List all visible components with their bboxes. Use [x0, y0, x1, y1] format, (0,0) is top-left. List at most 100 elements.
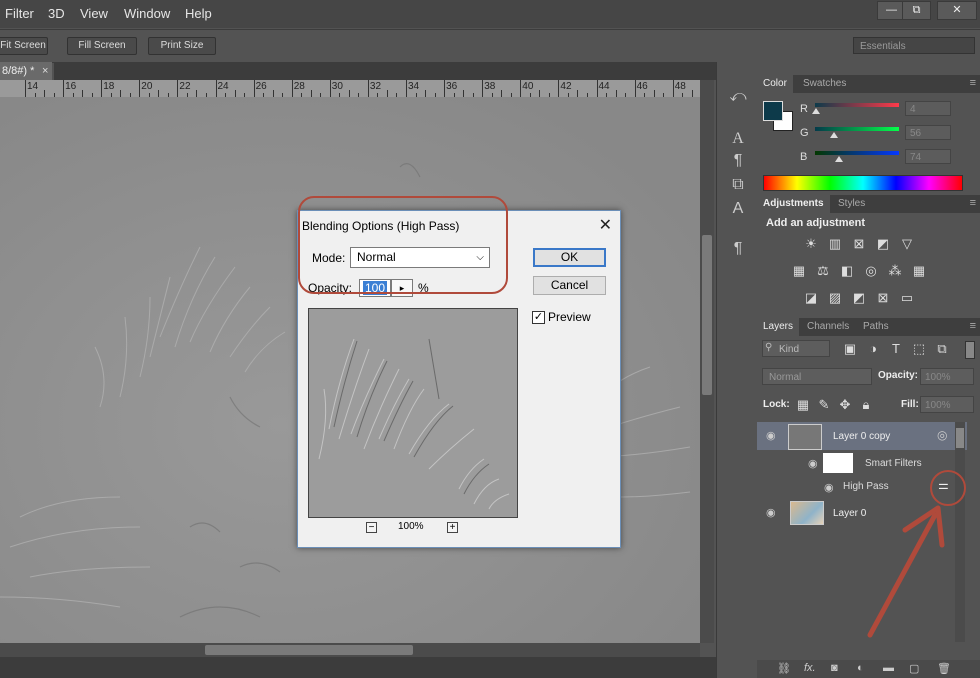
lock-transparent-icon[interactable]: ▦	[795, 398, 811, 412]
brightness-contrast-icon[interactable]: ☀	[803, 237, 819, 251]
layer-row-smart-filters[interactable]: ◉ Smart Filters	[757, 450, 967, 476]
smart-filter-badge-icon: ◎	[937, 428, 948, 442]
fit-screen-button[interactable]: Fit Screen	[0, 37, 48, 55]
threshold-icon[interactable]: ◩	[851, 291, 867, 305]
pixel-filter-icon[interactable]: ▣	[842, 342, 858, 356]
glyphs-icon[interactable]: ¶	[727, 238, 749, 260]
zoom-in-button[interactable]: +	[447, 522, 458, 533]
tab-styles[interactable]: Styles	[832, 195, 871, 213]
panel-menu-icon[interactable]: ≡	[970, 320, 976, 332]
exposure-icon[interactable]: ◩	[875, 237, 891, 251]
document-tab[interactable]: 8/8#) * ×	[0, 62, 52, 80]
para-styles-icon[interactable]: A	[727, 198, 749, 220]
filter-toggle[interactable]	[965, 341, 975, 359]
smart-object-filter-icon[interactable]: ⧉	[934, 342, 950, 356]
green-slider-handle[interactable]	[830, 132, 838, 138]
tab-channels[interactable]: Channels	[801, 318, 855, 336]
tab-adjustments[interactable]: Adjustments	[757, 195, 830, 213]
blue-value[interactable]: 74	[905, 149, 951, 164]
lock-position-icon[interactable]: ✥	[837, 398, 853, 412]
posterize-icon[interactable]: ▨	[827, 291, 843, 305]
blue-slider-handle[interactable]	[835, 156, 843, 162]
fill-screen-button[interactable]: Fill Screen	[67, 37, 137, 55]
panel-menu-icon[interactable]: ≡	[970, 77, 976, 89]
link-layers-icon[interactable]: ⛓	[777, 662, 791, 675]
vertical-scroll-thumb[interactable]	[702, 235, 712, 395]
menu-view[interactable]: View	[80, 6, 108, 21]
blend-mode-select[interactable]: Normal	[762, 368, 872, 385]
red-slider-handle[interactable]	[812, 108, 820, 114]
opacity-label: Opacity:	[878, 370, 919, 381]
tab-swatches[interactable]: Swatches	[797, 75, 852, 93]
adjustment-filter-icon[interactable]: ◑	[865, 342, 881, 356]
char-styles-icon[interactable]: ⧉	[727, 174, 749, 196]
preview-checkbox[interactable]: ✓	[532, 311, 545, 324]
selective-color-icon[interactable]: ⊠	[875, 291, 891, 305]
close-window-button[interactable]: ✕	[937, 1, 977, 20]
menu-window[interactable]: Window	[124, 6, 170, 21]
blue-slider[interactable]	[815, 151, 899, 155]
new-layer-icon[interactable]: ▢	[909, 662, 919, 675]
lock-all-icon[interactable]: 🔒︎	[858, 398, 874, 412]
paragraph-icon[interactable]: ¶	[727, 150, 749, 172]
shape-filter-icon[interactable]: ⬚	[911, 342, 927, 356]
add-style-icon[interactable]: fx.	[804, 662, 816, 674]
photo-filter-icon[interactable]: ◎	[863, 264, 879, 278]
color-spectrum-bar[interactable]	[763, 175, 963, 191]
menu-3d[interactable]: 3D	[48, 6, 65, 21]
horizontal-scroll-thumb[interactable]	[205, 645, 413, 655]
new-adjustment-icon[interactable]: ◐	[857, 662, 864, 674]
workspace-switcher[interactable]: Essentials	[853, 37, 975, 54]
color-lookup-icon[interactable]: ▦	[911, 264, 927, 278]
lock-image-icon[interactable]: ✎	[816, 398, 832, 412]
new-group-icon[interactable]: ▬	[883, 662, 894, 674]
cancel-button[interactable]: Cancel	[533, 276, 606, 295]
levels-icon[interactable]: ▥	[827, 237, 843, 251]
menu-filter[interactable]: Filter	[5, 6, 34, 21]
character-icon[interactable]: A	[727, 128, 749, 150]
zoom-out-button[interactable]: −	[366, 522, 377, 533]
green-value[interactable]: 56	[905, 125, 951, 140]
red-slider[interactable]	[815, 103, 899, 107]
ok-button[interactable]: OK	[533, 248, 606, 267]
color-balance-icon[interactable]: ⚖	[815, 264, 831, 278]
visibility-eye-icon[interactable]: ◉	[766, 429, 776, 442]
add-mask-icon[interactable]: ◙	[831, 662, 838, 674]
ruler-major-tick	[291, 80, 293, 97]
ruler-minor-tick	[44, 90, 46, 97]
channel-mixer-icon[interactable]: ⁂	[887, 264, 903, 278]
restore-button[interactable]: ⧉	[902, 1, 931, 20]
visibility-eye-icon[interactable]: ◉	[766, 506, 776, 519]
hue-saturation-icon[interactable]: ▦	[791, 264, 807, 278]
ruler-label: 18	[103, 81, 115, 92]
layer-fill-field[interactable]: 100%	[920, 396, 974, 413]
red-value[interactable]: 4	[905, 101, 951, 116]
menu-help[interactable]: Help	[185, 6, 212, 21]
horizontal-ruler[interactable]: 14 16 18 20 22 24 26 28 30 32 34 36 38 40 42 44 46 48	[0, 80, 700, 98]
visibility-eye-icon[interactable]: ◉	[824, 481, 834, 494]
layers-scroll-thumb[interactable]	[956, 428, 964, 448]
tab-color[interactable]: Color	[757, 75, 793, 93]
history-icon[interactable]: ⤺	[727, 86, 749, 108]
channel-label-r: R	[800, 103, 808, 115]
type-filter-icon[interactable]: T	[888, 342, 904, 356]
preview-image[interactable]	[308, 308, 518, 518]
close-icon[interactable]: ✕	[599, 215, 612, 235]
curves-icon[interactable]: ⊠	[851, 237, 867, 251]
invert-icon[interactable]: ◪	[803, 291, 819, 305]
gradient-map-icon[interactable]: ▭	[899, 291, 915, 305]
filter-mask-thumbnail[interactable]	[823, 453, 853, 473]
panel-menu-icon[interactable]: ≡	[970, 197, 976, 209]
foreground-color-swatch[interactable]	[763, 101, 783, 121]
visibility-eye-icon[interactable]: ◉	[808, 457, 818, 470]
tab-paths[interactable]: Paths	[857, 318, 895, 336]
close-tab-icon[interactable]: ×	[42, 62, 48, 80]
layer-opacity-field[interactable]: 100%	[920, 368, 974, 385]
black-white-icon[interactable]: ◧	[839, 264, 855, 278]
delete-layer-icon[interactable]: 🗑︎	[937, 662, 951, 675]
layer-row-layer-0-copy[interactable]: ◉ Layer 0 copy ◎	[757, 422, 967, 450]
vibrance-icon[interactable]: ▽	[899, 237, 915, 251]
green-slider[interactable]	[815, 127, 899, 131]
print-size-button[interactable]: Print Size	[148, 37, 216, 55]
tab-layers[interactable]: Layers	[757, 318, 800, 336]
